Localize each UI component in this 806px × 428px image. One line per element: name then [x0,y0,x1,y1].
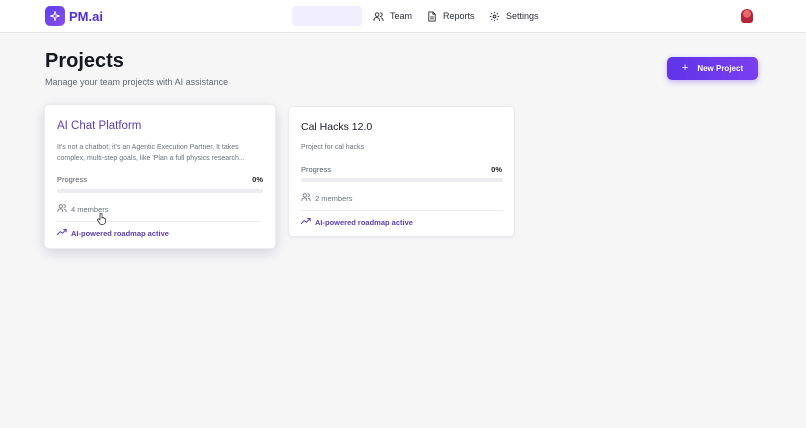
progress-value: 0% [491,165,502,174]
new-project-label: New Project [697,64,744,73]
top-navigation-bar: PM.ai Team Reports Settings [0,0,806,33]
trending-up-icon [300,217,311,227]
progress-value: 0% [252,175,263,184]
nav-item-label: Team [390,11,413,21]
page-title: Projects [45,50,124,72]
users-icon [301,192,311,204]
project-description: It's not a chatbot; it's an Agentic Exec… [57,144,245,162]
gear-icon [489,11,500,22]
new-project-button[interactable]: + New Project [667,57,758,80]
progress-label: Progress [57,175,88,184]
ai-status-label: AI-powered roadmap active [315,217,413,227]
progress-bar [57,189,263,193]
members-count: 2 members [301,192,353,204]
ai-roadmap-status: AI-powered roadmap active [56,228,169,238]
sparkle-logo-icon[interactable] [45,6,65,26]
plus-icon: + [681,62,689,74]
page-subtitle: Manage your team projects with AI assist… [45,77,229,87]
user-avatar[interactable] [741,9,753,23]
project-title[interactable]: Cal Hacks 12.0 [301,121,372,133]
hand-cursor-icon [97,212,106,230]
nav-item-team[interactable]: Team [373,8,412,24]
project-title[interactable]: AI Chat Platform [57,120,141,132]
members-label: 2 members [315,193,353,203]
divider [301,210,503,211]
nav-item-label: Reports [443,11,475,21]
brand-name[interactable]: PM.ai [69,9,103,24]
users-icon [57,203,67,215]
progress-bar [301,178,503,182]
project-card[interactable]: AI Chat Platform It's not a chatbot; it'… [44,104,276,249]
nav-highlight [292,6,362,26]
ai-status-label: AI-powered roadmap active [71,228,169,238]
document-icon [427,10,437,22]
nav-item-label: Settings [506,11,539,21]
ai-roadmap-status: AI-powered roadmap active [300,217,413,227]
trending-up-icon [56,228,67,238]
nav-item-reports[interactable]: Reports [427,8,475,24]
project-card[interactable]: Cal Hacks 12.0 Project for cal hacks Pro… [288,106,515,237]
project-description: Project for cal hacks [301,144,365,151]
nav-item-settings[interactable]: Settings [489,8,539,24]
users-icon [373,11,384,22]
divider [57,221,261,222]
progress-label: Progress [301,165,332,174]
